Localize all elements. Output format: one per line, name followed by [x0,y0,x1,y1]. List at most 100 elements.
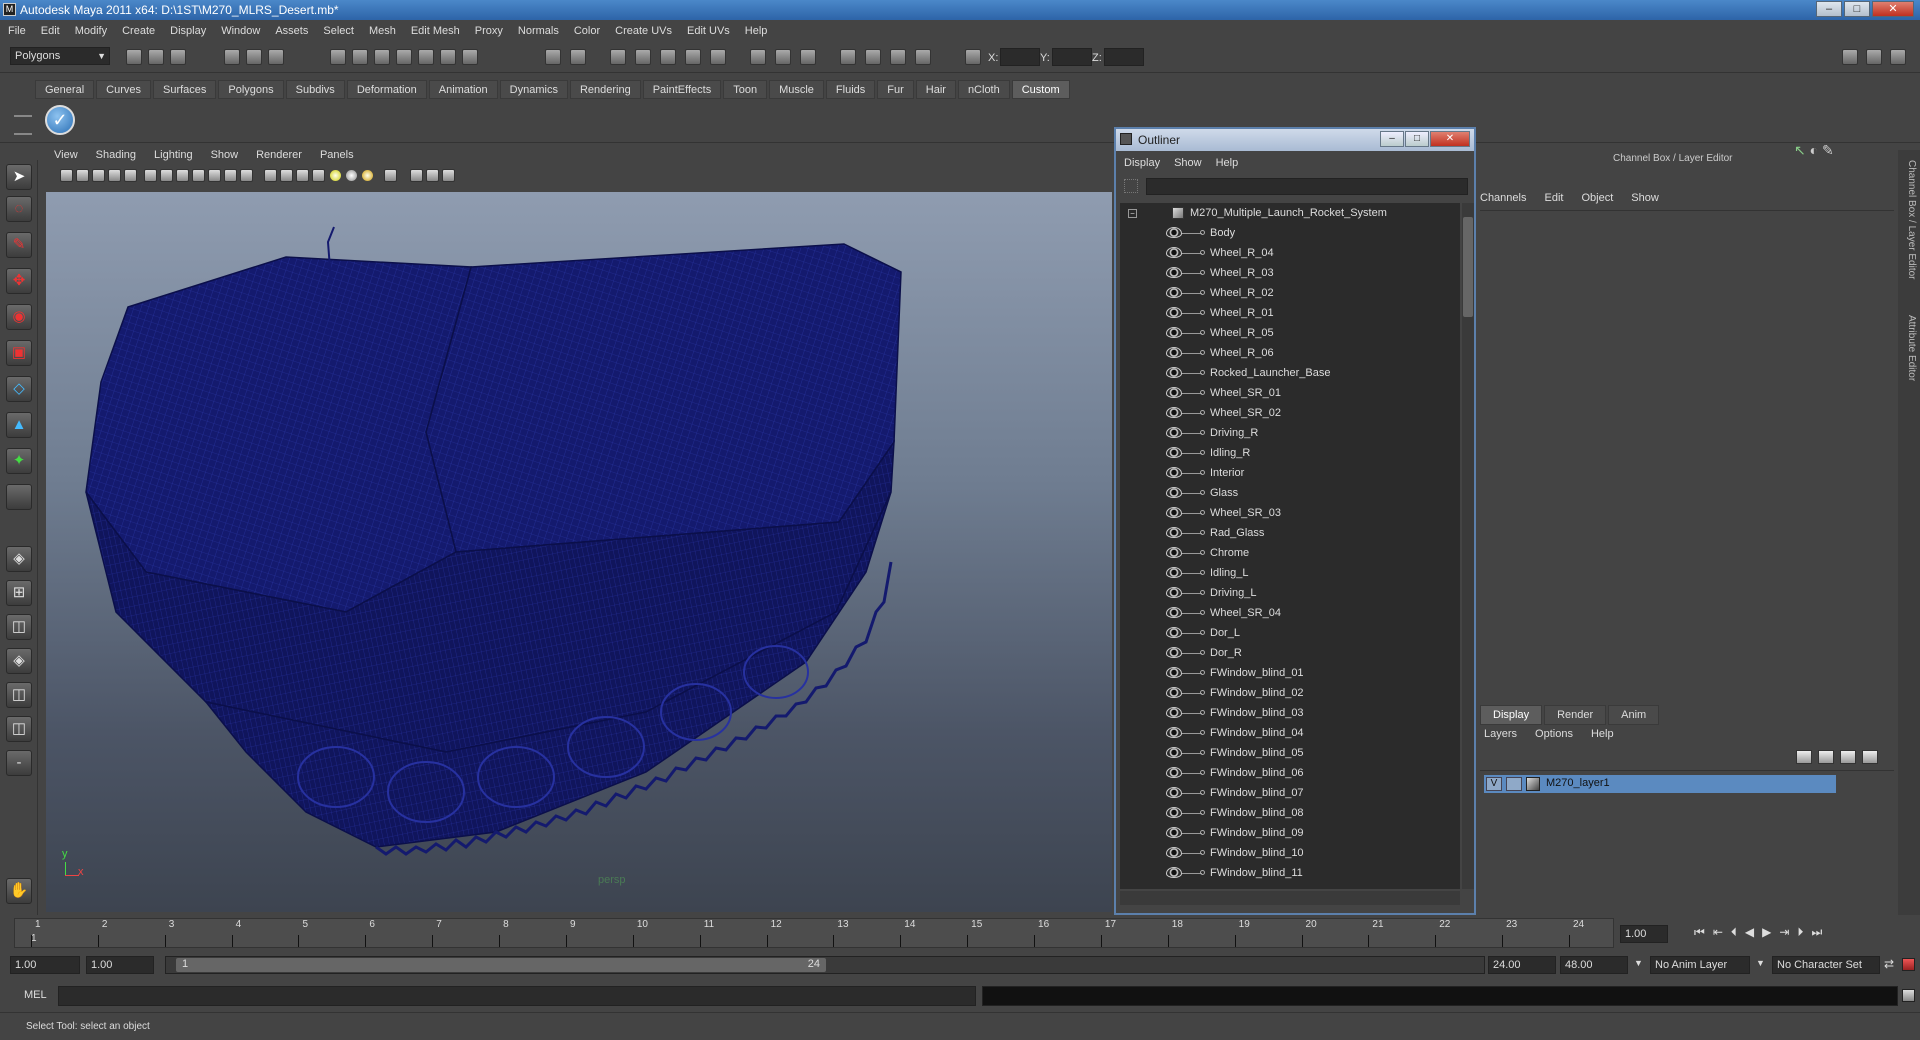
default-light-icon[interactable] [330,170,341,181]
history-icon[interactable] [440,49,456,65]
select-hierarchy-icon[interactable] [224,49,240,65]
outliner-item[interactable]: FWindow_blind_02 [1120,683,1460,703]
safe-action-icon[interactable] [224,169,237,182]
viewport-menu-shading[interactable]: Shading [96,149,136,165]
outliner-item[interactable]: Idling_R [1120,443,1460,463]
menu-edit[interactable]: Edit [41,25,60,37]
shelf-tab-polygons[interactable]: Polygons [218,80,284,99]
shelf-tab-dynamics[interactable]: Dynamics [499,80,568,99]
step-forward-key-icon[interactable]: ⇥ [1779,925,1789,940]
menu-color[interactable]: Color [574,25,600,37]
render-sequence-icon[interactable] [890,49,906,65]
outliner-item[interactable]: Glass [1120,483,1460,503]
shelf-tab-fluids[interactable]: Fluids [825,80,876,99]
snap-point-icon[interactable] [374,49,390,65]
wireframe-icon[interactable] [264,169,277,182]
shelf-tab-muscle[interactable]: Muscle [769,80,824,99]
menu-proxy[interactable]: Proxy [475,25,503,37]
layer-playback-toggle[interactable] [1506,777,1522,791]
shelf-tab-hair[interactable]: Hair [915,80,956,99]
last-tool-icon[interactable] [6,484,32,510]
command-language-label[interactable]: MEL [24,989,47,1001]
four-view-layout-icon[interactable]: ⊞ [6,580,32,606]
new-scene-icon[interactable] [126,49,142,65]
select-camera-icon[interactable] [60,169,73,182]
outliner-menu-help[interactable]: Help [1216,157,1239,169]
viewport-scene[interactable]: persp y x [46,192,1112,912]
select-tool-icon[interactable]: ➤ [6,164,32,190]
outliner-item[interactable]: Dor_R [1120,643,1460,663]
shelf-tab-surfaces[interactable]: Surfaces [152,80,217,99]
shelf-tab-curves[interactable]: Curves [96,80,151,99]
outliner-item[interactable]: Wheel_R_04 [1120,243,1460,263]
outliner-item[interactable]: Driving_R [1120,423,1460,443]
step-forward-frame-icon[interactable]: ⏵ [1797,925,1803,940]
toggle-tool-settings-icon[interactable] [1866,49,1882,65]
animation-start-field[interactable]: 1.00 [10,956,80,974]
shadows-icon[interactable] [362,170,373,181]
outliner-item[interactable]: Wheel_R_06 [1120,343,1460,363]
playback-start-field[interactable]: 1.00 [86,956,154,974]
outliner-item[interactable]: Wheel_SR_04 [1120,603,1460,623]
outliner-root-item[interactable]: − M270_Multiple_Launch_Rocket_System [1120,203,1460,223]
manipulator-tool-icon[interactable]: ◇ [6,376,32,402]
viewport-menu-view[interactable]: View [54,149,78,165]
menu-edit-uvs[interactable]: Edit UVs [687,25,730,37]
channels-icon[interactable] [800,49,816,65]
shelf-tab-deformation[interactable]: Deformation [346,80,427,99]
hypershade-icon[interactable] [685,49,701,65]
image-plane-icon[interactable] [108,169,121,182]
sphere-icon[interactable]: ◐ [1810,142,1818,158]
y-field[interactable] [1052,48,1092,66]
help-icon[interactable] [462,49,478,65]
layout-menu-icon[interactable]: - [6,750,32,776]
input-line-icon[interactable] [750,49,766,65]
save-scene-icon[interactable] [170,49,186,65]
time-slider-bar[interactable]: 1 1 2 3 4 5 6 7 8 9 10 11 12 13 14 15 16 17 18 19 20 21 22 23 2… [14,918,1614,948]
channel-menu-object[interactable]: Object [1581,192,1613,204]
rotate-tool-icon[interactable]: ◉ [6,304,32,330]
toggle-attribute-editor-icon[interactable] [1842,49,1858,65]
minimize-button[interactable]: – [1816,1,1842,17]
safe-title-icon[interactable] [240,169,253,182]
outliner-item[interactable]: FWindow_blind_11 [1120,863,1460,883]
maximize-button[interactable]: □ [1844,1,1870,17]
ipr-render-icon[interactable] [635,49,651,65]
share-icon[interactable] [442,169,455,182]
outliner-filter-input[interactable] [1146,178,1468,195]
script-editor-icon[interactable] [1902,989,1915,1002]
anim-layer-dropdown[interactable]: No Anim Layer [1650,956,1750,974]
outliner-item[interactable]: Idling_L [1120,563,1460,583]
collapse-icon[interactable]: − [1128,209,1137,218]
outliner-vertical-scrollbar[interactable] [1462,203,1474,889]
new-layer-icon[interactable] [1840,750,1856,764]
outliner-item[interactable]: FWindow_blind_08 [1120,803,1460,823]
layer-menu-options[interactable]: Options [1535,728,1573,740]
outliner-item[interactable]: Wheel_R_03 [1120,263,1460,283]
outliner-item[interactable]: FWindow_blind_04 [1120,723,1460,743]
outliner-item[interactable]: Wheel_R_05 [1120,323,1460,343]
soft-mod-icon[interactable]: ▲ [6,412,32,438]
xray-joints-icon[interactable] [426,169,439,182]
shelf-tab-toon[interactable]: Toon [723,80,768,99]
shelf-tab-ncloth[interactable]: nCloth [957,80,1010,99]
move-tool-icon[interactable]: ✥ [6,268,32,294]
scale-tool-icon[interactable]: ▣ [6,340,32,366]
grid-icon[interactable] [144,169,157,182]
side-tab-attribute-editor[interactable]: Attribute Editor [1901,315,1917,381]
outliner-item[interactable]: FWindow_blind_10 [1120,843,1460,863]
step-back-key-icon[interactable]: ⇤ [1713,925,1723,940]
outliner-item[interactable]: FWindow_blind_09 [1120,823,1460,843]
channel-menu-edit[interactable]: Edit [1544,192,1563,204]
viewport-menu-lighting[interactable]: Lighting [154,149,193,165]
go-to-end-icon[interactable]: ⏭ [1811,925,1822,940]
film-gate-icon[interactable] [160,169,173,182]
two-d-pan-icon[interactable] [124,169,137,182]
lasso-tool-icon[interactable]: ◌ [6,196,32,222]
show-manipulator-icon[interactable]: ✦ [6,448,32,474]
menu-mesh[interactable]: Mesh [369,25,396,37]
single-perspective-layout-icon[interactable]: ◈ [6,546,32,572]
rename-icon[interactable] [775,49,791,65]
move-layer-down-icon[interactable] [1818,750,1834,764]
wireframe-on-shaded-icon[interactable] [296,169,309,182]
